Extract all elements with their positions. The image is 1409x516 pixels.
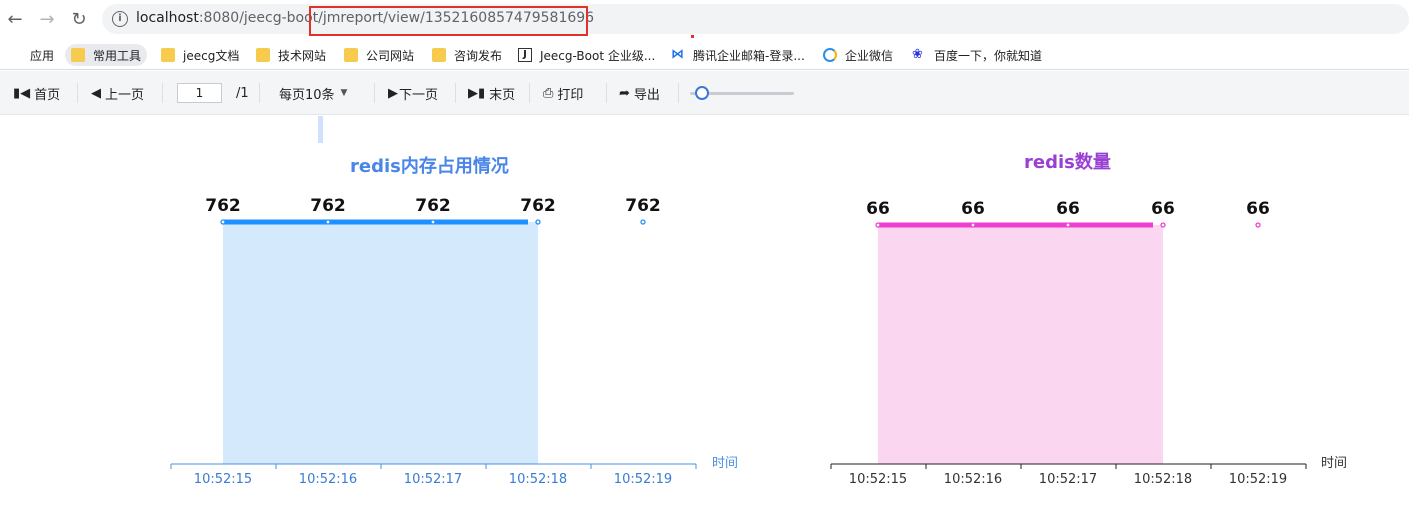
data-point bbox=[1065, 222, 1071, 228]
x-tick-label: 10:52:19 bbox=[614, 472, 672, 487]
data-point bbox=[220, 219, 226, 225]
x-tick-label: 10:52:19 bbox=[1229, 472, 1287, 487]
data-point bbox=[1160, 222, 1166, 228]
x-tick-label: 10:52:15 bbox=[849, 472, 907, 487]
data-label: 66 bbox=[1151, 199, 1175, 219]
x-axis-label: 时间 bbox=[712, 456, 738, 471]
data-point bbox=[430, 219, 436, 225]
data-label: 66 bbox=[1246, 199, 1270, 219]
area-fill bbox=[878, 225, 1163, 464]
x-tick-label: 10:52:16 bbox=[299, 472, 357, 487]
charts-canvas: 762 762 762 762 762 10:52:15 10:52:16 10:52:17 1… bbox=[170, 196, 1347, 487]
data-point bbox=[970, 222, 976, 228]
x-axis-label: 时间 bbox=[1321, 456, 1347, 471]
data-point bbox=[325, 219, 331, 225]
data-label: 66 bbox=[961, 199, 985, 219]
data-point bbox=[640, 219, 646, 225]
x-tick-label: 10:52:18 bbox=[1134, 472, 1192, 487]
data-point bbox=[535, 219, 541, 225]
data-point bbox=[1255, 222, 1261, 228]
data-label: 762 bbox=[415, 196, 451, 216]
x-tick-label: 10:52:17 bbox=[404, 472, 462, 487]
x-tick-label: 10:52:17 bbox=[1039, 472, 1097, 487]
data-label: 762 bbox=[205, 196, 241, 216]
data-label: 66 bbox=[866, 199, 890, 219]
data-label: 762 bbox=[625, 196, 661, 216]
x-tick-label: 10:52:18 bbox=[509, 472, 567, 487]
area-fill bbox=[223, 222, 538, 464]
x-tick-label: 10:52:15 bbox=[194, 472, 252, 487]
data-label: 66 bbox=[1056, 199, 1080, 219]
data-point bbox=[875, 222, 881, 228]
data-label: 762 bbox=[310, 196, 346, 216]
data-label: 762 bbox=[520, 196, 556, 216]
x-tick-label: 10:52:16 bbox=[944, 472, 1002, 487]
